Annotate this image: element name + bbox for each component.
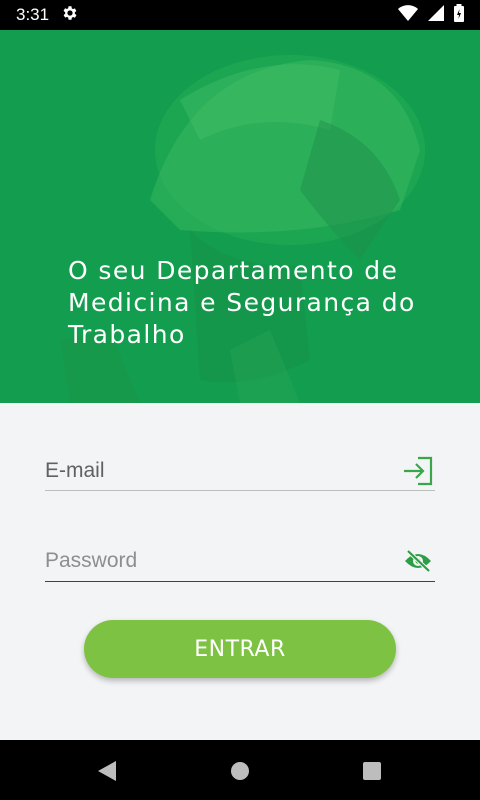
signal-icon: [428, 4, 444, 26]
login-button[interactable]: ENTRAR: [84, 620, 396, 678]
password-field-container: [45, 540, 435, 582]
status-bar: 3:31: [0, 0, 480, 30]
email-field[interactable]: [45, 452, 401, 489]
status-time: 3:31: [16, 5, 50, 24]
navigation-bar: [0, 740, 480, 800]
email-field-container: [45, 451, 435, 491]
back-icon[interactable]: [96, 760, 118, 782]
password-field[interactable]: [45, 542, 401, 579]
battery-charging-icon: [454, 3, 464, 27]
login-arrow-icon[interactable]: [401, 454, 435, 488]
hero-banner: O seu Departamento de Medicina e Seguran…: [0, 30, 480, 403]
eye-off-icon[interactable]: [401, 544, 435, 578]
gear-icon: [61, 4, 79, 27]
login-form: ENTRAR: [0, 403, 480, 740]
recents-icon[interactable]: [361, 760, 383, 782]
hero-headline: O seu Departamento de Medicina e Seguran…: [68, 256, 416, 349]
home-icon[interactable]: [229, 760, 251, 782]
wifi-icon: [398, 4, 418, 26]
